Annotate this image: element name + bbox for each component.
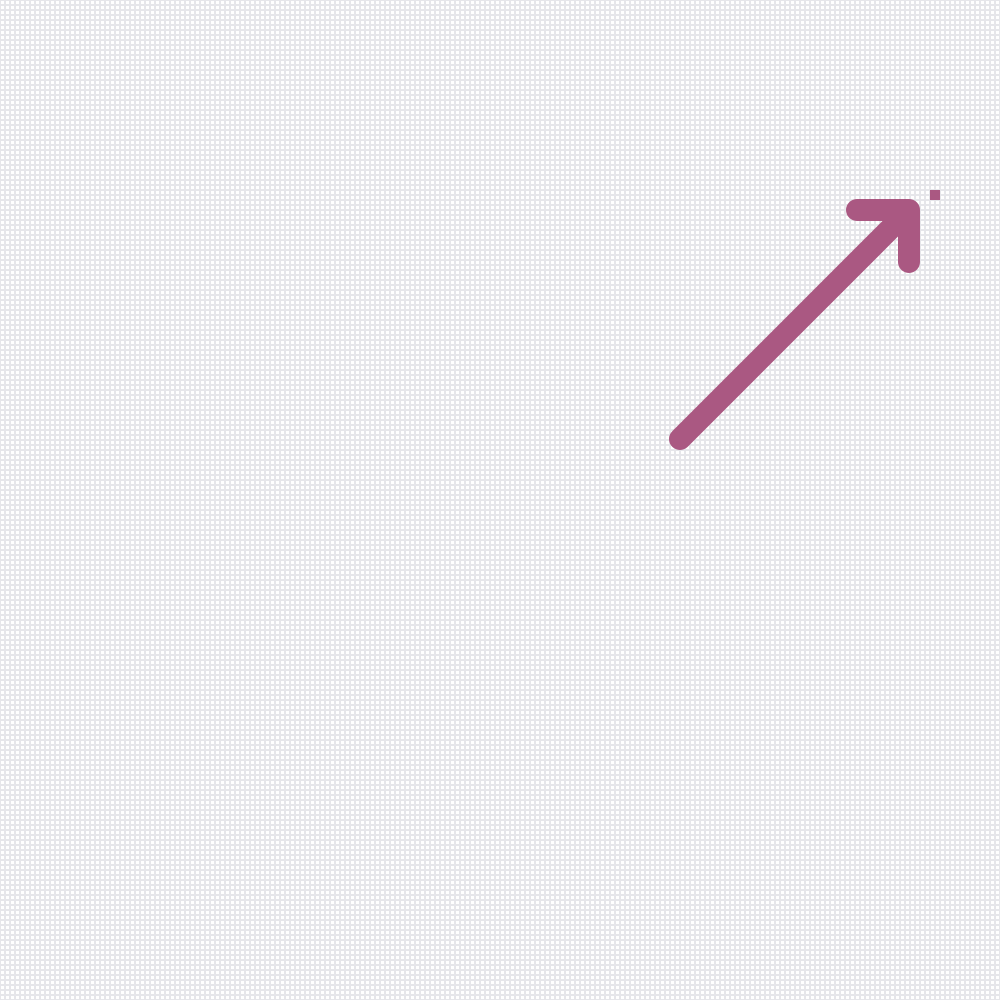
canvas-overlay (0, 0, 1000, 1000)
grid-background (0, 0, 1000, 1000)
cursor-marker (930, 190, 940, 200)
drawing-canvas[interactable] (0, 0, 1000, 1000)
